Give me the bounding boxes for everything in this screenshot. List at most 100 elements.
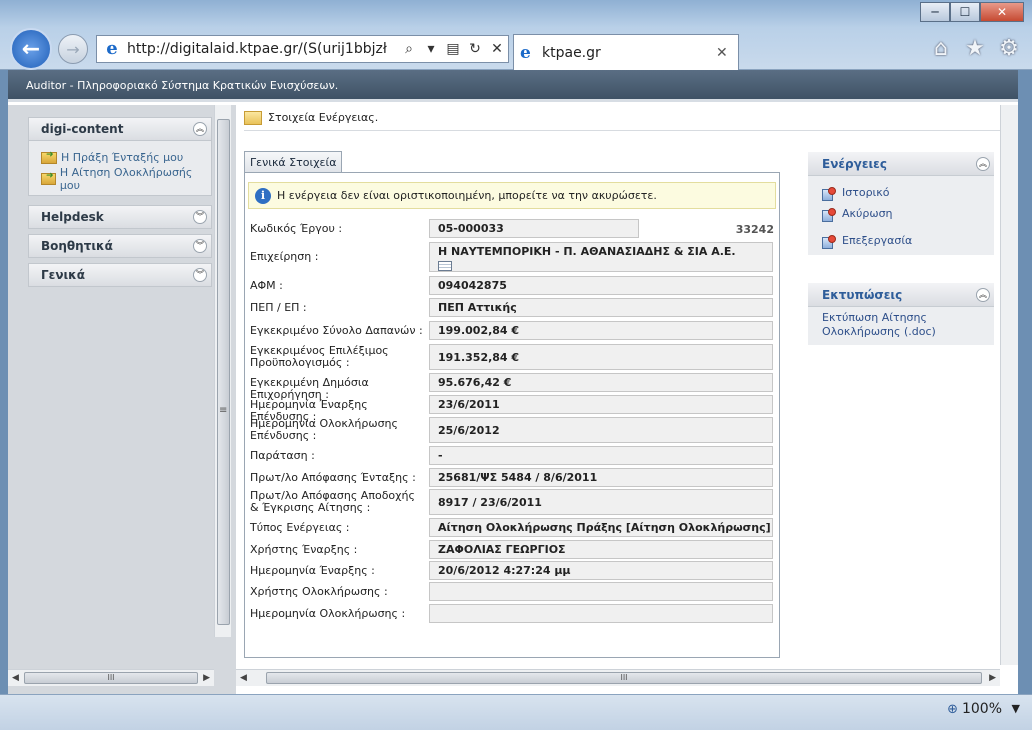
field-value-integration-decision: 25681/ΨΣ 5484 / 8/6/2011 (429, 468, 773, 487)
stop-icon[interactable]: ✕ (486, 41, 508, 57)
address-bar[interactable]: e http://digitalaid.ktpae.gr/(S(urij1bbj… (96, 35, 509, 63)
chevron-up-icon[interactable]: ︽ (976, 156, 990, 171)
accordion-label: digi-content (41, 122, 124, 136)
accordion-helpdesk: Helpdesk ︾ (28, 205, 212, 229)
chevron-up-icon[interactable]: ︽ (976, 287, 990, 302)
notice-banner: i Η ενέργεια δεν είναι οριστικοποιημένη,… (248, 182, 776, 209)
compat-icon[interactable]: ▤ (442, 41, 464, 57)
zoom-control[interactable]: ⊕ 100% (947, 701, 1002, 717)
accordion-digi-content: digi-content ︽ Η Πράξη Ένταξής μου Η Αίτ… (28, 117, 212, 196)
accordion-label: Γενικά (41, 268, 85, 282)
field-label: Ημερομηνία Ολοκλήρωσης : (250, 607, 406, 620)
prints-box: Εκτυπώσεις ︽ Εκτύπωση Αίτησης Ολοκλήρωση… (808, 283, 994, 345)
sidebar-scroll-thumb[interactable] (217, 119, 230, 625)
field-label: Τύπος Ενέργειας : (250, 521, 350, 534)
gear-icon[interactable]: ⚙ (996, 36, 1022, 62)
action-edit[interactable]: Επεξεργασία (822, 230, 984, 251)
open-folder-icon (244, 110, 262, 125)
field-value-investment-end: 25/6/2012 (429, 417, 773, 443)
close-icon[interactable]: ✕ (980, 2, 1024, 22)
chevron-down-icon[interactable]: ︾ (193, 210, 207, 224)
zoom-dropdown-icon[interactable]: ▼ (1012, 702, 1020, 715)
prints-title: Εκτυπώσεις (822, 287, 903, 302)
ie-icon: e (106, 38, 118, 59)
field-value-investment-start: 23/6/2011 (429, 395, 773, 414)
minimize-icon[interactable]: ─ (920, 2, 950, 22)
browser-tab[interactable]: e ktpae.gr ✕ (513, 34, 739, 70)
splitter-handle-icon[interactable]: ≡ (219, 405, 227, 416)
field-label: ΑΦΜ : (250, 279, 283, 292)
main-scrollbar[interactable] (1000, 105, 1018, 665)
app-title: Auditor - Πληροφοριακό Σύστημα Κρατικών … (26, 79, 339, 92)
scroll-right-icon[interactable]: ▶ (203, 673, 210, 683)
status-bar: ⊕ 100% ▼ (0, 694, 1032, 730)
chevron-up-icon[interactable]: ︽ (193, 122, 207, 136)
action-cancel[interactable]: Ακύρωση (822, 203, 984, 224)
accordion-auxiliary: Βοηθητικά ︾ (28, 234, 212, 258)
action-label[interactable]: Ακύρωση (842, 207, 893, 220)
actions-header[interactable]: Ενέργειες ︽ (808, 152, 994, 176)
field-row: Επιχείρηση : Η ΝΑΥΤΕΜΠΟΡΙΚΗ - Π. ΑΘΑΝΑΣΙ… (248, 242, 776, 272)
action-history[interactable]: Ιστορικό (822, 182, 984, 203)
field-value-approval-decision: 8917 / 23/6/2011 (429, 489, 773, 515)
favorites-star-icon[interactable]: ★ (962, 36, 988, 62)
page-title: Στοιχεία Ενέργειας. (268, 111, 379, 124)
refresh-icon[interactable]: ↻ (464, 41, 486, 57)
action-label[interactable]: Επεξεργασία (842, 234, 912, 247)
field-row: Εγκεκριμένος Επιλέξιμος Προϋπολογισμός :… (248, 344, 776, 370)
field-label: Πρωτ/λο Απόφασης Ένταξης : (250, 471, 416, 484)
sidebar-hscrollbar[interactable]: ◀ III ▶ (8, 669, 214, 686)
accordion-header-auxiliary[interactable]: Βοηθητικά ︾ (28, 234, 212, 258)
field-value-afm: 094042875 (429, 276, 773, 295)
field-value-public-grant: 95.676,42 € (429, 373, 773, 392)
field-value-company: Η ΝΑΥΤΕΜΠΟΡΙΚΗ - Π. ΑΘΑΝΑΣΙΑΔΗΣ & ΣΙΑ Α.… (429, 242, 773, 272)
field-value-eligible-budget: 191.352,84 € (429, 344, 773, 370)
field-label: Ημερομηνία Ολοκλήρωσης Επένδυσης : (250, 417, 398, 442)
cancel-icon (822, 207, 836, 222)
zoom-level[interactable]: 100% (962, 701, 1002, 717)
field-row: Παράταση : - (248, 446, 776, 465)
field-row: Ημερομηνία Έναρξης : 20/6/2012 4:27:24 μ… (248, 561, 776, 580)
sidebar-hscroll-thumb[interactable]: III (24, 672, 198, 684)
field-value-extension: - (429, 446, 773, 465)
scroll-right-icon[interactable]: ▶ (989, 673, 996, 683)
prints-header[interactable]: Εκτυπώσεις ︽ (808, 283, 994, 307)
scroll-left-icon[interactable]: ◀ (12, 673, 19, 683)
chevron-down-icon[interactable]: ︾ (193, 268, 207, 282)
company-card-icon[interactable] (438, 261, 452, 271)
left-sidebar: digi-content ︽ Η Πράξη Ένταξής μου Η Αίτ… (8, 105, 236, 694)
sidebar-item-label[interactable]: Η Πράξη Ένταξής μου (61, 151, 183, 164)
accordion-label: Helpdesk (41, 210, 104, 224)
tab-close-icon[interactable]: ✕ (716, 45, 738, 61)
accordion-general: Γενικά ︾ (28, 263, 212, 287)
main-hscrollbar[interactable]: ◀ III ▶ (236, 669, 1000, 686)
accordion-label: Βοηθητικά (41, 239, 113, 253)
address-url[interactable]: http://digitalaid.ktpae.gr/(S(urij1bbjzł (127, 41, 398, 57)
field-value-total-cost: 199.002,84 € (429, 321, 773, 340)
field-row: Εγκεκριμένη Δημόσια Επιχορήγηση : 95.676… (248, 373, 776, 401)
forward-button[interactable]: → (58, 34, 88, 64)
edit-icon (822, 234, 836, 249)
sidebar-item-label[interactable]: Η Αίτηση Ολοκλήρωσής μου (60, 166, 203, 192)
tab-title[interactable]: ktpae.gr (542, 45, 716, 61)
print-completion-request-link[interactable]: Εκτύπωση Αίτησης Ολοκλήρωσης (.doc) (822, 311, 984, 339)
dropdown-icon[interactable]: ▾ (420, 41, 442, 57)
action-label[interactable]: Ιστορικό (842, 186, 890, 199)
field-label: Κωδικός Έργου : (250, 222, 343, 235)
accordion-header-helpdesk[interactable]: Helpdesk ︾ (28, 205, 212, 229)
accordion-header-digi-content[interactable]: digi-content ︽ (28, 117, 212, 141)
search-icon[interactable]: ⌕ (398, 41, 420, 57)
sidebar-item-completion[interactable]: Η Αίτηση Ολοκλήρωσής μου (41, 166, 203, 192)
back-button[interactable]: ← (10, 28, 52, 70)
accordion-header-general[interactable]: Γενικά ︾ (28, 263, 212, 287)
accordion-body: Η Πράξη Ένταξής μου Η Αίτηση Ολοκλήρωσής… (28, 141, 212, 196)
field-row: Ημερομηνία Έναρξης Επένδυσης : 23/6/2011 (248, 395, 776, 423)
maximize-icon[interactable]: ☐ (950, 2, 980, 22)
tab-general-info[interactable]: Γενικά Στοιχεία (244, 151, 343, 173)
main-hscroll-thumb[interactable]: III (266, 672, 982, 684)
home-icon[interactable]: ⌂ (928, 36, 954, 62)
sidebar-scrollbar[interactable] (214, 105, 231, 637)
folder-arrow-icon (41, 171, 56, 185)
scroll-left-icon[interactable]: ◀ (240, 673, 247, 683)
chevron-down-icon[interactable]: ︾ (193, 239, 207, 253)
